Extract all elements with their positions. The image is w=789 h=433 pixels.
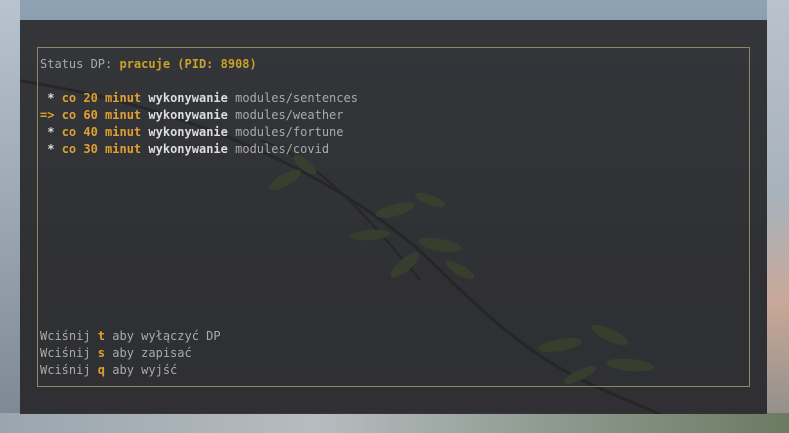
job-module: modules/covid <box>235 142 330 156</box>
help-text: Wciśnij <box>40 346 98 360</box>
hotkey-s[interactable]: s <box>98 346 105 360</box>
job-prefix: * <box>40 91 62 105</box>
job-list-item[interactable]: * co 40 minut wykonywanie modules/fortun… <box>40 124 344 141</box>
hotkey-t[interactable]: t <box>98 329 105 343</box>
help-text: aby wyłączyć DP <box>105 329 221 343</box>
job-schedule: co 20 minut <box>61 91 142 105</box>
job-prefix: * <box>40 125 62 139</box>
job-module: modules/fortune <box>235 125 344 139</box>
help-text: aby wyjść <box>105 363 178 377</box>
job-module: modules/weather <box>235 108 344 122</box>
help-line-save: Wciśnij s aby zapisać <box>40 345 192 362</box>
job-action: wykonywanie <box>148 125 228 139</box>
job-prefix: * <box>40 142 62 156</box>
help-text: Wciśnij <box>40 363 98 377</box>
desktop-wallpaper-right <box>767 0 789 433</box>
terminal-window[interactable]: Status DP: pracuje (PID: 8908) * co 20 m… <box>20 20 767 414</box>
job-action: wykonywanie <box>148 142 228 156</box>
job-schedule: co 30 minut <box>61 142 142 156</box>
job-list-item-selected[interactable]: => co 60 minut wykonywanie modules/weath… <box>40 107 344 124</box>
job-action: wykonywanie <box>148 91 228 105</box>
selection-cursor: => <box>40 108 62 122</box>
status-label: Status DP: <box>40 57 120 71</box>
hotkey-q[interactable]: q <box>98 363 105 377</box>
status-value: pracuje (PID: 8908) <box>119 57 257 71</box>
job-schedule: co 60 minut <box>61 108 142 122</box>
job-schedule: co 40 minut <box>61 125 142 139</box>
status-line: Status DP: pracuje (PID: 8908) <box>40 56 257 73</box>
job-list-item[interactable]: * co 30 minut wykonywanie modules/covid <box>40 141 329 158</box>
help-text: aby zapisać <box>105 346 192 360</box>
desktop-wallpaper-bottom <box>0 413 789 433</box>
job-list-item[interactable]: * co 20 minut wykonywanie modules/senten… <box>40 90 358 107</box>
job-action: wykonywanie <box>148 108 228 122</box>
help-line-quit: Wciśnij q aby wyjść <box>40 362 177 379</box>
job-module: modules/sentences <box>235 91 358 105</box>
desktop-wallpaper-left <box>0 0 20 433</box>
help-line-toggle: Wciśnij t aby wyłączyć DP <box>40 328 221 345</box>
help-text: Wciśnij <box>40 329 98 343</box>
